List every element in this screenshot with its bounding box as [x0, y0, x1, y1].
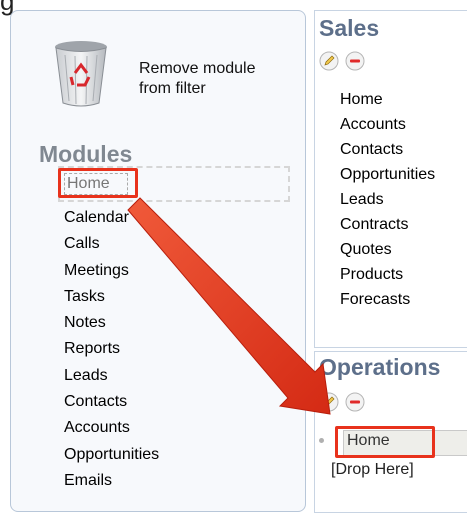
remove-module-hint: Remove module from filter	[139, 59, 256, 99]
trash-recycle-icon[interactable]	[51, 39, 111, 109]
sales-item[interactable]: Contacts	[340, 137, 435, 162]
sales-title: Sales	[319, 15, 380, 41]
bullet	[319, 438, 324, 443]
pencil-edit-icon[interactable]	[319, 392, 339, 412]
sales-item[interactable]: Accounts	[340, 112, 435, 137]
sales-item[interactable]: Contracts	[340, 212, 435, 237]
drop-here-target[interactable]: [Drop Here]	[331, 461, 414, 479]
module-item[interactable]: Opportunities	[64, 442, 159, 468]
highlight-box	[58, 168, 138, 198]
sales-item[interactable]: Home	[340, 87, 435, 112]
module-item[interactable]: Leads	[64, 363, 159, 389]
module-item[interactable]: Reports	[64, 336, 159, 362]
module-item[interactable]: Calendar	[64, 205, 159, 231]
module-item[interactable]: Calls	[64, 231, 159, 257]
minus-remove-icon[interactable]	[345, 392, 365, 412]
minus-remove-icon[interactable]	[345, 51, 365, 71]
sales-item[interactable]: Forecasts	[340, 287, 435, 312]
dropped-home-item[interactable]: Home	[319, 426, 467, 458]
remove-label-line1: Remove module	[139, 60, 256, 77]
modules-heading: Modules	[39, 141, 133, 167]
module-item[interactable]: Notes	[64, 310, 159, 336]
remove-label-line2: from filter	[139, 80, 206, 97]
sales-item[interactable]: Quotes	[340, 237, 435, 262]
module-item[interactable]: Emails	[64, 468, 159, 494]
module-item[interactable]: Contacts	[64, 389, 159, 415]
sales-item[interactable]: Leads	[340, 187, 435, 212]
sales-item[interactable]: Opportunities	[340, 162, 435, 187]
operations-group-panel: Operations Home [Drop Here]	[314, 351, 467, 513]
highlight-box	[335, 426, 435, 458]
module-item[interactable]: Tasks	[64, 284, 159, 310]
pencil-edit-icon[interactable]	[319, 51, 339, 71]
module-item[interactable]: Accounts	[64, 415, 159, 441]
operations-title: Operations	[319, 354, 441, 380]
module-item[interactable]: Meetings	[64, 258, 159, 284]
sales-item[interactable]: Products	[340, 262, 435, 287]
sales-group-panel: Sales Home Accounts Contacts Opportuniti…	[314, 10, 467, 348]
module-list: Calendar Calls Meetings Tasks Notes Repo…	[64, 205, 159, 494]
dragging-home-chip[interactable]: Home	[58, 168, 138, 198]
sales-module-list: Home Accounts Contacts Opportunities Lea…	[340, 87, 435, 312]
